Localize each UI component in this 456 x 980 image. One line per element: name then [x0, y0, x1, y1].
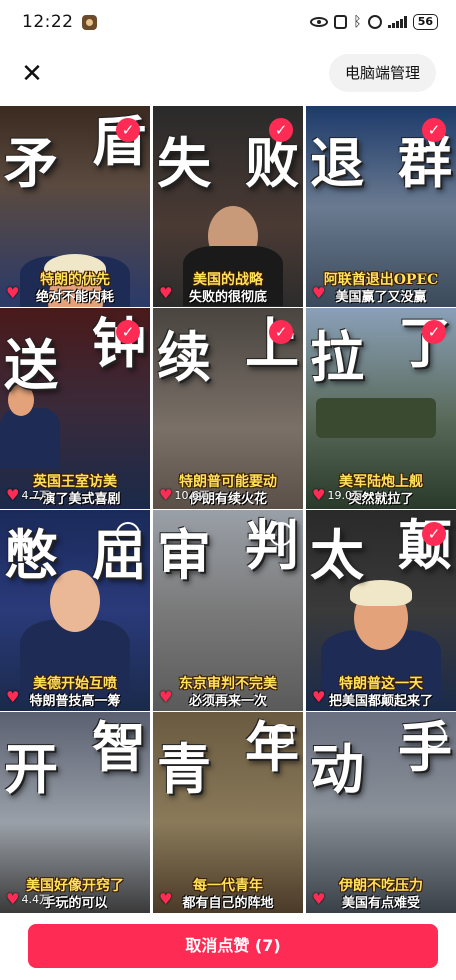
pc-manage-button[interactable]: 电脑端管理 [328, 54, 436, 92]
video-tile[interactable]: 太 颠 ✓ 特朗普这一天 把美国都颠起来了 ♥ [306, 510, 456, 711]
title-char-1: 审 [157, 523, 211, 587]
title-char-1: 开 [4, 737, 58, 801]
title-char-1: 退 [310, 131, 364, 195]
like-count: ♥ 4.4万 [6, 891, 50, 907]
title-char-1: 青 [157, 737, 211, 801]
like-count: ♥ [6, 690, 21, 705]
video-subtitle: 绝对不能内耗 [35, 290, 114, 305]
notification-icon [81, 14, 97, 30]
heart-icon: ♥ [6, 284, 20, 302]
heart-icon: ♥ [6, 688, 20, 706]
video-tile[interactable]: 失 败 ✓ 美国的战略 失败的很彻底 ♥ [153, 106, 303, 307]
bluetooth-icon: ᛒ [353, 14, 362, 30]
video-tile[interactable]: 憋 屈 ✓ 美德开始互喷 特朗普技高一筹 ♥ [0, 510, 150, 711]
heart-icon: ♥ [312, 688, 326, 706]
like-count: ♥ 19.0万 [312, 487, 363, 503]
video-grid: 矛 盾 ✓ 特朗的优先 绝对不能内耗 ♥ 失 败 ✓ 美国的战略 失败的很彻底 … [0, 106, 456, 913]
selected-check-icon[interactable]: ✓ [269, 118, 293, 142]
title-char-2: 败 [245, 131, 299, 195]
video-subtitle: 美国赢了又没赢 [335, 290, 427, 305]
heart-icon: ♥ [159, 284, 173, 302]
title-char-1: 失 [157, 131, 211, 195]
status-right: ᛒ 56 [310, 14, 438, 30]
like-count: ♥ [312, 690, 327, 705]
battery-icon: 56 [412, 14, 438, 30]
selected-check-icon[interactable]: ✓ [422, 320, 446, 344]
video-tile[interactable]: 送 钟 ✓ 英国王室访美 一演了美式喜剧 ♥ 4.7万 [0, 308, 150, 509]
video-tile[interactable]: 开 智 ✓ 美国好像开窍了 手玩的可以 ♥4.4万 [0, 712, 150, 913]
title-char-1: 憋 [4, 523, 58, 587]
person-suit [0, 408, 60, 468]
heart-icon: ♥ [159, 688, 173, 706]
selected-check-icon[interactable]: ✓ [422, 118, 446, 142]
like-count: ♥ [312, 892, 327, 907]
heart-icon: ♥ [312, 284, 326, 302]
like-count-value: 4.4万 [21, 893, 50, 906]
like-count: ♥ 10.6万 [159, 487, 210, 503]
unselected-check-icon[interactable]: ✓ [269, 522, 293, 546]
video-subtitle: 必须再来一次 [188, 694, 267, 709]
unselected-check-icon[interactable]: ✓ [116, 522, 140, 546]
title-char-2: 群 [398, 131, 452, 195]
unselected-check-icon[interactable]: ✓ [116, 724, 140, 748]
like-count-value: 19.0万 [327, 489, 363, 502]
selected-check-icon[interactable]: ✓ [422, 522, 446, 546]
eye-icon [310, 17, 329, 27]
unselected-check-icon[interactable]: ✓ [269, 724, 293, 748]
title-char-1: 动 [310, 737, 364, 801]
like-count: ♥ [6, 286, 21, 301]
like-count: ♥ [159, 690, 174, 705]
video-tile[interactable]: 青 年 ✓ 每一代青年 都有自己的阵地 ♥ [153, 712, 303, 913]
video-tile[interactable]: 续 上 ✓ 特朗普可能要动 伊朗有续火花 ♥ 10.6万 [153, 308, 303, 509]
status-bar: 12:22 ᛒ 56 [0, 0, 456, 44]
video-subtitle: 美国有点难受 [341, 896, 420, 911]
header: ✕ 电脑端管理 [0, 50, 456, 98]
title-char-1: 拉 [310, 325, 364, 389]
video-subtitle: 把美国都颠起来了 [328, 694, 433, 709]
title-char-1: 续 [157, 325, 211, 389]
like-count-value: 4.7万 [21, 489, 50, 502]
selected-check-icon[interactable]: ✓ [116, 320, 140, 344]
heart-icon: ♥ [6, 485, 20, 504]
status-left: 12:22 [22, 12, 97, 32]
like-count: ♥ [312, 286, 327, 301]
like-count: ♥ [159, 286, 174, 301]
video-subtitle: 失败的很彻底 [188, 290, 267, 305]
video-tile[interactable]: 审 判 ✓ 东京审判不完美 必须再来一次 ♥ [153, 510, 303, 711]
like-count: ♥ 4.7万 [6, 487, 50, 503]
selected-check-icon[interactable]: ✓ [116, 118, 140, 142]
like-count: ♥ [159, 892, 174, 907]
status-time: 12:22 [22, 12, 74, 32]
unselected-check-icon[interactable]: ✓ [422, 724, 446, 748]
video-tile[interactable]: 动 手 ✓ 伊朗不吃压力 美国有点难受 ♥ [306, 712, 456, 913]
signal-icon [387, 16, 407, 28]
heart-icon: ♥ [312, 890, 326, 908]
heart-icon: ♥ [312, 485, 326, 504]
close-icon[interactable]: ✕ [18, 60, 46, 88]
heart-icon: ♥ [159, 890, 173, 908]
video-tile[interactable]: 矛 盾 ✓ 特朗的优先 绝对不能内耗 ♥ [0, 106, 150, 307]
title-char-1: 送 [4, 333, 58, 397]
video-tile[interactable]: 退 群 ✓ 阿联酋退出OPEC 美国赢了又没赢 ♥ [306, 106, 456, 307]
heart-icon: ♥ [159, 485, 173, 504]
title-char-1: 太 [310, 523, 364, 587]
tank-image [316, 398, 436, 438]
unlike-button[interactable]: 取消点赞 (7) [28, 924, 438, 968]
heart-icon: ♥ [6, 889, 20, 908]
vibrate-icon [367, 15, 382, 29]
like-count-value: 10.6万 [174, 489, 210, 502]
video-subtitle: 都有自己的阵地 [182, 896, 274, 911]
video-subtitle: 特朗普技高一筹 [29, 694, 121, 709]
video-tile[interactable]: 拉 了 ✓ 美军陆炮上舰 突然就拉了 ♥ 19.0万 [306, 308, 456, 509]
nfc-icon [334, 15, 348, 29]
title-char-1: 矛 [4, 131, 58, 195]
selected-check-icon[interactable]: ✓ [269, 320, 293, 344]
